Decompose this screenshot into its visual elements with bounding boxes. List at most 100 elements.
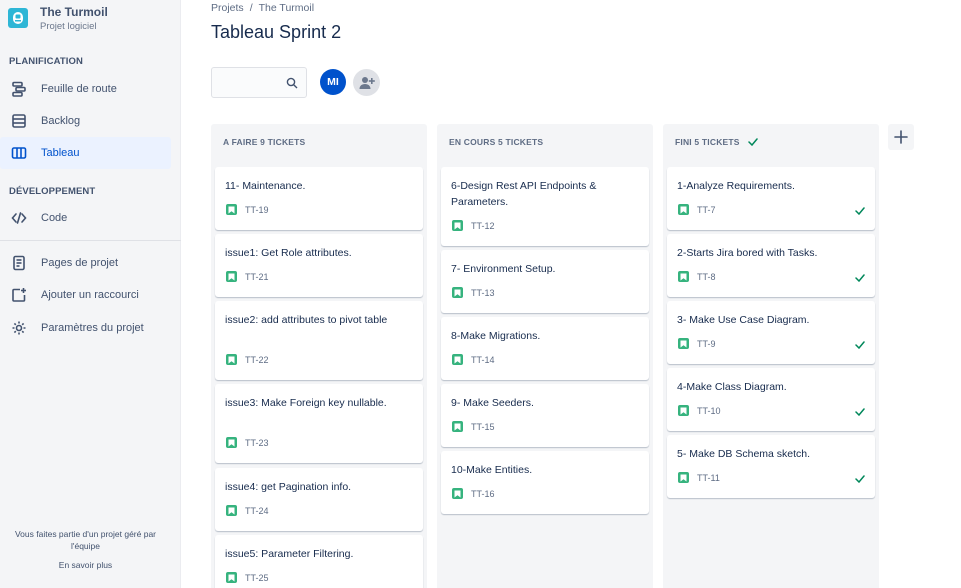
card-title: 2-Starts Jira bored with Tasks. xyxy=(677,247,818,259)
managed-project-note: Vous faites partie d'un projet géré par … xyxy=(14,529,157,551)
dev-section-title: DÉVELOPPEMENT xyxy=(9,186,96,197)
column-header: EN COURS 5 TICKETS xyxy=(449,137,543,147)
done-check-icon xyxy=(855,207,865,215)
story-icon xyxy=(226,354,237,365)
card-footer: TT-16 xyxy=(452,488,495,499)
issue-key[interactable]: TT-24 xyxy=(245,506,269,516)
story-icon xyxy=(452,421,463,432)
card-footer: TT-15 xyxy=(452,421,495,432)
user-avatar[interactable]: MI xyxy=(320,69,346,95)
issue-card[interactable]: issue4: get Pagination info. TT-24 xyxy=(215,468,423,531)
issue-key[interactable]: TT-22 xyxy=(245,355,269,365)
issue-card[interactable]: 7- Environment Setup. TT-13 xyxy=(441,250,649,313)
sidebar-item-backlog[interactable]: Backlog xyxy=(0,105,171,137)
add-shortcut-icon xyxy=(10,286,28,304)
card-footer: TT-7 xyxy=(678,204,716,215)
issue-card[interactable]: 3- Make Use Case Diagram. TT-9 xyxy=(667,301,875,364)
issue-key[interactable]: TT-21 xyxy=(245,272,269,282)
issue-key[interactable]: TT-10 xyxy=(697,406,721,416)
add-user-icon xyxy=(359,76,375,89)
sidebar-item-board[interactable]: Tableau xyxy=(0,137,171,169)
issue-card[interactable]: issue2: add attributes to pivot table TT… xyxy=(215,301,423,380)
sidebar-item-code[interactable]: Code xyxy=(0,202,171,234)
card-footer: TT-21 xyxy=(226,271,269,282)
card-title: 7- Environment Setup. xyxy=(451,263,556,275)
card-footer: TT-14 xyxy=(452,354,495,365)
issue-card[interactable]: 10-Make Entities. TT-16 xyxy=(441,451,649,514)
story-icon xyxy=(226,505,237,516)
board-column-todo: A FAIRE 9 TICKETS 11- Maintenance. TT-19… xyxy=(211,124,427,588)
sidebar-item-add-shortcut[interactable]: Ajouter un raccourci xyxy=(0,279,171,311)
add-people-button[interactable] xyxy=(353,69,380,96)
search-icon[interactable] xyxy=(286,77,298,89)
story-icon xyxy=(678,271,689,282)
done-check-icon xyxy=(855,274,865,282)
search-input[interactable] xyxy=(212,68,282,97)
column-title: A FAIRE 9 TICKETS xyxy=(223,137,306,147)
issue-card[interactable]: issue1: Get Role attributes. TT-21 xyxy=(215,234,423,297)
issue-key[interactable]: TT-15 xyxy=(471,422,495,432)
done-check-icon xyxy=(855,408,865,416)
card-title: 9- Make Seeders. xyxy=(451,397,534,409)
issue-card[interactable]: 5- Make DB Schema sketch. TT-11 xyxy=(667,435,875,498)
sidebar-item-project-pages[interactable]: Pages de projet xyxy=(0,247,171,279)
done-check-icon xyxy=(747,138,758,146)
issue-card[interactable]: 1-Analyze Requirements. TT-7 xyxy=(667,167,875,230)
issue-card[interactable]: 8-Make Migrations. TT-14 xyxy=(441,317,649,380)
card-title: issue2: add attributes to pivot table xyxy=(225,314,388,326)
issue-key[interactable]: TT-11 xyxy=(697,473,720,483)
sidebar-item-project-settings[interactable]: Paramètres du projet xyxy=(0,312,171,344)
story-icon xyxy=(678,204,689,215)
card-title: 8-Make Migrations. xyxy=(451,330,541,342)
issue-key[interactable]: TT-7 xyxy=(697,205,716,215)
page-title: Tableau Sprint 2 xyxy=(211,22,342,42)
sidebar-item-label: Code xyxy=(41,212,68,224)
issue-key[interactable]: TT-14 xyxy=(471,355,495,365)
breadcrumb-project-link[interactable]: The Turmoil xyxy=(259,2,314,14)
issue-key[interactable]: TT-19 xyxy=(245,205,269,215)
card-title: 5- Make DB Schema sketch. xyxy=(677,448,811,460)
card-title: issue3: Make Foreign key nullable. xyxy=(225,397,387,409)
issue-card[interactable]: 4-Make Class Diagram. TT-10 xyxy=(667,368,875,431)
issue-card[interactable]: issue5: Parameter Filtering. TT-25 xyxy=(215,535,423,588)
learn-more-link[interactable]: En savoir plus xyxy=(0,560,171,570)
issue-card[interactable]: 2-Starts Jira bored with Tasks. TT-8 xyxy=(667,234,875,297)
project-header[interactable]: The Turmoil Projet logiciel xyxy=(8,5,108,33)
card-title: 3- Make Use Case Diagram. xyxy=(677,314,810,326)
issue-key[interactable]: TT-16 xyxy=(471,489,495,499)
card-title: 6-Design Rest API Endpoints & Parameters… xyxy=(451,180,597,208)
board-icon xyxy=(10,144,28,162)
issue-key[interactable]: TT-12 xyxy=(471,221,495,231)
issue-key[interactable]: TT-13 xyxy=(471,288,495,298)
card-footer: TT-13 xyxy=(452,287,495,298)
story-icon xyxy=(452,220,463,231)
plus-icon xyxy=(894,130,908,144)
card-footer: TT-23 xyxy=(226,437,269,448)
card-title: 10-Make Entities. xyxy=(451,464,533,476)
add-column-button[interactable] xyxy=(888,124,914,150)
done-check-icon xyxy=(855,475,865,483)
issue-key[interactable]: TT-9 xyxy=(697,339,716,349)
board-search xyxy=(211,67,307,98)
issue-key[interactable]: TT-25 xyxy=(245,573,269,583)
card-footer: TT-22 xyxy=(226,354,269,365)
card-footer: TT-19 xyxy=(226,204,269,215)
story-icon xyxy=(226,204,237,215)
sidebar-item-roadmap[interactable]: Feuille de route xyxy=(0,73,171,105)
sidebar-divider xyxy=(0,240,181,241)
issue-card[interactable]: 6-Design Rest API Endpoints & Parameters… xyxy=(441,167,649,246)
column-header: A FAIRE 9 TICKETS xyxy=(223,137,305,147)
card-title: issue4: get Pagination info. xyxy=(225,481,352,493)
issue-card[interactable]: 11- Maintenance. TT-19 xyxy=(215,167,423,230)
issue-card[interactable]: issue3: Make Foreign key nullable. TT-23 xyxy=(215,384,423,463)
card-footer: TT-11 xyxy=(678,472,720,483)
issue-key[interactable]: TT-8 xyxy=(697,272,716,282)
roadmap-icon xyxy=(10,80,28,98)
breadcrumb-projects-link[interactable]: Projets xyxy=(211,2,244,14)
done-check-icon xyxy=(855,341,865,349)
sidebar-item-label: Pages de projet xyxy=(41,257,119,269)
column-header: FINI 5 TICKETS xyxy=(675,137,758,147)
issue-card[interactable]: 9- Make Seeders. TT-15 xyxy=(441,384,649,447)
sidebar-item-label: Paramètres du projet xyxy=(41,322,144,334)
issue-key[interactable]: TT-23 xyxy=(245,438,269,448)
